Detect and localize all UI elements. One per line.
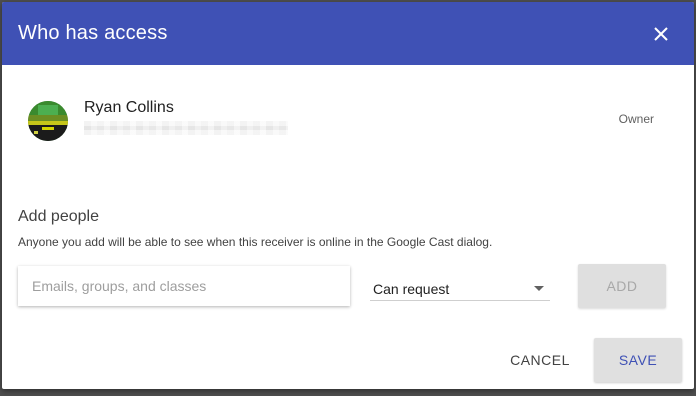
dialog-header: Who has access [2,2,694,65]
add-button[interactable]: ADD [578,264,666,308]
emails-input[interactable] [18,266,350,306]
owner-name: Ryan Collins [84,99,174,116]
permission-select[interactable]: Can request [370,274,550,301]
avatar [28,101,68,141]
owner-email-redacted [84,121,288,135]
owner-role: Owner [618,112,654,126]
add-people-description: Anyone you add will be able to see when … [18,235,493,249]
dropdown-arrow-icon [534,286,544,291]
close-button[interactable] [648,21,674,47]
close-icon [654,27,668,41]
owner-row: Ryan Collins Owner [2,65,694,175]
add-people-title: Add people [18,208,99,225]
who-has-access-dialog: Who has access Ryan Collins Owner Add pe… [2,2,694,389]
permission-selected-value: Can request [373,281,450,297]
dialog-title: Who has access [18,22,168,44]
save-button[interactable]: SAVE [594,338,682,382]
cancel-button[interactable]: CANCEL [500,338,580,382]
